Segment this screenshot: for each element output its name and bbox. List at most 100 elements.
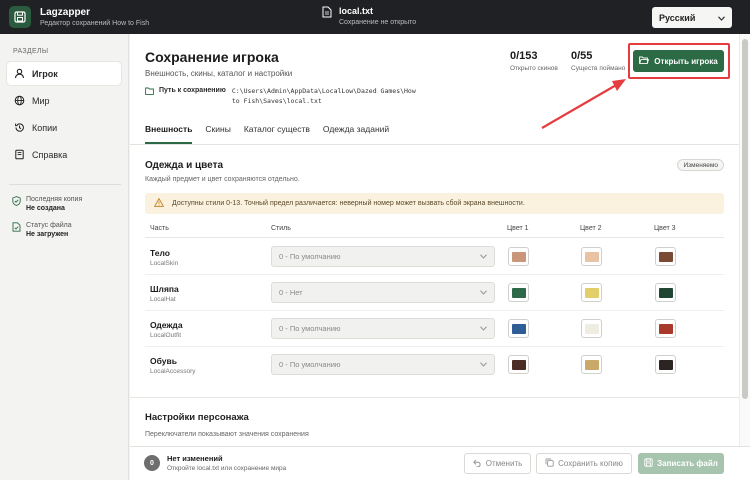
table-row: Обувь LocalAccessory 0 - По умолчанию [145, 347, 724, 383]
changes-count-badge: 0 [144, 455, 160, 471]
row-part-name: Шляпа [150, 284, 179, 294]
main-content: Сохранение игрока Внешность, скины, ката… [130, 34, 739, 446]
color-swatch-1[interactable] [508, 355, 529, 374]
swatch-fill [658, 251, 673, 262]
style-select[interactable]: 0 - Нет [271, 282, 495, 303]
swatch-fill [584, 251, 599, 262]
warning-text: Доступны стили 0-13. Точный предел разли… [172, 200, 525, 207]
color-swatch-2[interactable] [581, 355, 602, 374]
history-icon [14, 122, 25, 133]
color-swatch-3[interactable] [655, 355, 676, 374]
character-settings-section: Настройки персонажа Переключатели показы… [130, 397, 739, 446]
app-logo-icon [9, 6, 31, 28]
last-backup-status: Последняя копия Не создана [12, 195, 82, 214]
cancel-button[interactable]: Отменить [464, 453, 531, 474]
file-icon [322, 6, 332, 20]
stat-skins-value: 0/153 [510, 50, 538, 62]
style-select[interactable]: 0 - По умолчанию [271, 354, 495, 375]
page-subtitle: Внешность, скины, каталог и настройки [145, 69, 293, 78]
table-header: Часть Стиль Цвет 1 Цвет 2 Цвет 3 [145, 222, 724, 238]
language-select[interactable]: Русский [652, 7, 732, 28]
character-settings-title: Настройки персонажа [145, 412, 249, 423]
tab-creature-catalog[interactable]: Каталог существ [244, 124, 310, 144]
tab-skins[interactable]: Скины [205, 124, 230, 144]
shield-check-icon [12, 196, 21, 206]
save-path-label: Путь к сохранению [159, 87, 226, 94]
color-swatch-1[interactable] [508, 319, 529, 338]
color-swatch-1[interactable] [508, 247, 529, 266]
stat-creatures: 0/55 Существ поймано [571, 50, 625, 72]
sidebar-item-label: Мир [32, 95, 50, 106]
copy-icon [545, 458, 554, 469]
open-player-button[interactable]: Открыть игрока [633, 50, 724, 72]
color-swatch-1[interactable] [508, 283, 529, 302]
stat-creatures-label: Существ поймано [571, 65, 626, 72]
table-row: Одежда LocalOutfit 0 - По умолчанию [145, 311, 724, 347]
save-copy-button[interactable]: Сохранить копию [536, 453, 632, 474]
sidebar-item-label: Игрок [32, 68, 58, 79]
main-scrollbar[interactable] [739, 34, 750, 446]
sidebar-item-world[interactable]: Мир [7, 89, 121, 112]
folder-icon [145, 87, 154, 96]
sidebar-item-backups[interactable]: Копии [7, 116, 121, 139]
sidebar-item-label: Копии [32, 122, 58, 133]
color-swatch-3[interactable] [655, 247, 676, 266]
color-swatch-3[interactable] [655, 283, 676, 302]
col-color1: Цвет 1 [507, 225, 529, 232]
color-swatch-2[interactable] [581, 283, 602, 302]
file-status-value: Не загружен [26, 231, 69, 238]
file-status-panel: Статус файла Не загружен [12, 221, 72, 240]
swatch-fill [511, 287, 526, 298]
sidebar-item-help[interactable]: Справка [7, 143, 121, 166]
swatch-fill [584, 359, 599, 370]
swatch-fill [658, 323, 673, 334]
stat-skins: 0/153 Открыто скинов [510, 50, 558, 72]
table-row: Тело LocalSkin 0 - По умолчанию [145, 239, 724, 275]
page-title: Сохранение игрока [145, 49, 279, 65]
chevron-down-icon [480, 288, 487, 297]
table-row: Шляпа LocalHat 0 - Нет [145, 275, 724, 311]
sidebar-heading: РАЗДЕЛЫ [13, 48, 49, 55]
swatch-fill [511, 359, 526, 370]
footer-bar: 0 Нет изменений Откройте local.txt или с… [130, 446, 750, 480]
style-value: 0 - По умолчанию [279, 252, 341, 261]
tab-quest-clothing[interactable]: Одежда заданий [323, 124, 389, 144]
app-title: Lagzapper [40, 6, 91, 18]
color-swatch-3[interactable] [655, 319, 676, 338]
cancel-label: Отменить [485, 459, 523, 468]
sidebar-item-player[interactable]: Игрок [7, 62, 121, 85]
swatch-fill [511, 323, 526, 334]
write-file-label: Записать файл [657, 459, 718, 468]
globe-icon [14, 95, 25, 106]
open-player-label: Открыть игрока [654, 56, 718, 66]
color-swatch-2[interactable] [581, 319, 602, 338]
swatch-fill [511, 251, 526, 262]
swatch-fill [658, 359, 673, 370]
col-color3: Цвет 3 [654, 225, 676, 232]
character-settings-subtitle: Переключатели показывают значения сохран… [145, 431, 309, 438]
appearance-section: Одежда и цвета Каждый предмет и цвет сох… [130, 145, 739, 395]
book-icon [14, 149, 25, 160]
row-part-name: Обувь [150, 356, 177, 366]
style-select[interactable]: 0 - По умолчанию [271, 246, 495, 267]
color-swatch-2[interactable] [581, 247, 602, 266]
title-bar: Lagzapper Редактор сохранений How to Fis… [0, 0, 750, 34]
swatch-fill [584, 323, 599, 334]
tab-appearance[interactable]: Внешность [145, 124, 193, 144]
tab-bar: Внешность Скины Каталог существ Одежда з… [145, 124, 402, 144]
save-icon [644, 458, 653, 469]
file-status: Сохранение не открыто [339, 19, 417, 26]
chevron-down-icon [718, 13, 725, 23]
col-part: Часть [150, 225, 169, 232]
swatch-fill [584, 287, 599, 298]
appearance-subtitle: Каждый предмет и цвет сохраняются отдель… [145, 176, 300, 183]
changes-subtitle: Откройте local.txt или сохранение мира [167, 465, 287, 472]
sidebar-item-label: Справка [32, 149, 68, 160]
sidebar: РАЗДЕЛЫ Игрок Мир Копии Справка Последня… [0, 34, 129, 480]
scrollbar-thumb[interactable] [742, 39, 748, 399]
warning-icon [153, 197, 165, 209]
save-path-value: C:\Users\Admin\AppData\LocalLow\Dazed Ga… [231, 87, 416, 105]
last-backup-value: Не создана [26, 205, 65, 212]
style-select[interactable]: 0 - По умолчанию [271, 318, 495, 339]
write-file-button[interactable]: Записать файл [638, 453, 724, 474]
